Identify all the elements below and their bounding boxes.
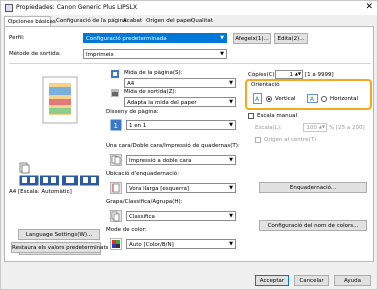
scale-range: % [25 a 200] [329,125,365,131]
tab-page-setup[interactable]: Configuració de la página [53,16,129,26]
portrait-icon: A [253,93,262,104]
color-mode-label: Mode de color: [106,227,147,233]
page-size-select[interactable]: A4 ▼ [124,78,236,88]
svg-text:1: 1 [114,122,118,130]
vertical-radio[interactable] [266,96,272,102]
chevron-down-icon: ▼ [229,122,233,128]
scale-spinner[interactable]: 100 ▲▼ [303,123,327,132]
chevron-down-icon: ▼ [229,157,233,163]
basic-options-panel: Perfil: Configuració predeterminada ▼ Af… [4,26,374,262]
tab-quality[interactable]: Qualitat [188,16,216,26]
binding-label: Ubicació d'enquadernació: [106,171,179,177]
scale-label: Escala(L): [255,125,282,131]
output-method-select[interactable]: Imprimeix ▼ [83,49,227,59]
chevron-down-icon: ▼ [220,51,224,57]
tab-finishing[interactable]: Acabat [120,16,145,26]
output-size-label: Mida de sortida(Z): [124,89,177,95]
copies-value: 1 [289,72,294,78]
language-settings-button[interactable]: Language Settings(W)... [18,229,100,240]
profile-select[interactable]: Configuració predeterminada ▼ [83,33,227,43]
copies-label: Còpies(C): [248,72,277,78]
page-preview [19,65,101,162]
binding-button[interactable]: Enquadernació... [259,182,367,193]
staple-value: Classifica [129,213,155,220]
origin-center-checkbox[interactable] [255,137,261,143]
collate-icon [110,210,122,222]
add-profile-button[interactable]: Afegeix(1)... [233,33,271,44]
output-size-icon [111,89,119,97]
landscape-icon: A [307,94,318,103]
preview-caption: A4 [Escala: Automàtic] [9,189,72,195]
divider [9,63,371,64]
page-size-icon [111,70,119,78]
binding-icon [110,182,122,194]
color-mode-value: Auto [Color/B/N] [129,241,174,248]
cancel-button[interactable]: Cancelar [294,275,329,286]
orientation-label: Orientació [251,82,280,88]
output-method-label: Mètode de sortida: [9,51,61,57]
orientation-group: Orientació A Vertical A Horizontal [245,79,372,110]
layout-one-icon: 1 [110,119,122,131]
close-button[interactable]: ✕ [365,2,373,12]
output-size-select[interactable]: Adapta la mida del paper ▼ [124,97,236,107]
color-mode-select[interactable]: Auto [Color/B/N] ▼ [126,239,236,249]
duplex-value: Impressió a doble cara [129,157,192,164]
ok-button[interactable]: Acceptar [255,275,289,286]
printer-icon [5,4,13,12]
page-size-label: Mida de la pàgina(S): [124,70,183,76]
origin-center-label: Origen al centre(T) [264,137,317,143]
color-mode-icon [110,238,122,250]
page-layout-value: 1 en 1 [129,122,147,129]
duplex-label: Una cara/Doble cara/Impressió de quadern… [106,143,240,149]
preview-icon-bar [19,175,101,186]
staple-select[interactable]: Classifica ▼ [126,211,236,221]
duplex-select[interactable]: Impressió a doble cara ▼ [126,155,236,165]
page-layout-label: Disseny de pàgina: [106,109,159,115]
manual-scale-label: Escala manual [257,113,297,119]
manual-scale-checkbox[interactable] [248,113,254,119]
output-size-value: Adapta la mida del paper [127,99,197,106]
window-title: Propiedades: Canon Generic Plus LIPSLX [16,4,138,11]
horizontal-radio[interactable] [321,96,327,102]
chevron-down-icon: ▼ [229,80,233,86]
scale-value: 100 [306,125,318,131]
chevron-down-icon: ▼ [229,213,233,219]
copies-spinner[interactable]: 1 ▲▼ [275,70,303,79]
staple-label: Grapa/Classifica/Agrupa(H): [106,199,183,205]
page-size-value: A4 [127,80,135,87]
duplex-icon [110,154,122,166]
chevron-down-icon: ▼ [229,99,233,105]
chevron-down-icon: ▼ [229,241,233,247]
help-button[interactable]: Ayuda [334,275,371,286]
copies-range: [1 a 9999] [305,72,334,78]
profile-value: Configuració predeterminada [86,35,167,42]
properties-dialog: Propiedades: Canon Generic Plus LIPSLX ✕… [0,0,378,290]
spinner-arrows-icon[interactable]: ▲▼ [295,71,301,76]
spinner-arrows-icon[interactable]: ▲▼ [319,124,325,129]
vertical-label: Vertical [275,96,296,102]
title-bar: Propiedades: Canon Generic Plus LIPSLX ✕ [1,1,377,15]
binding-value: Vora llarga [esquerra] [129,185,189,192]
profile-label: Perfil: [9,35,25,41]
document-stack-icon [19,162,30,174]
horizontal-label: Horizontal [330,96,359,102]
chevron-down-icon: ▼ [220,35,224,41]
output-method-value: Imprimeix [86,51,114,58]
restore-defaults-button[interactable]: Restaura els valors predeterminats [11,242,109,253]
chevron-down-icon: ▼ [229,185,233,191]
color-names-button[interactable]: Configuració del nom de colors... [259,220,367,231]
edit-profile-button[interactable]: Edita(2)... [274,33,308,44]
binding-select[interactable]: Vora llarga [esquerra] ▼ [126,183,236,193]
page-layout-select[interactable]: 1 en 1 ▼ [126,120,236,130]
